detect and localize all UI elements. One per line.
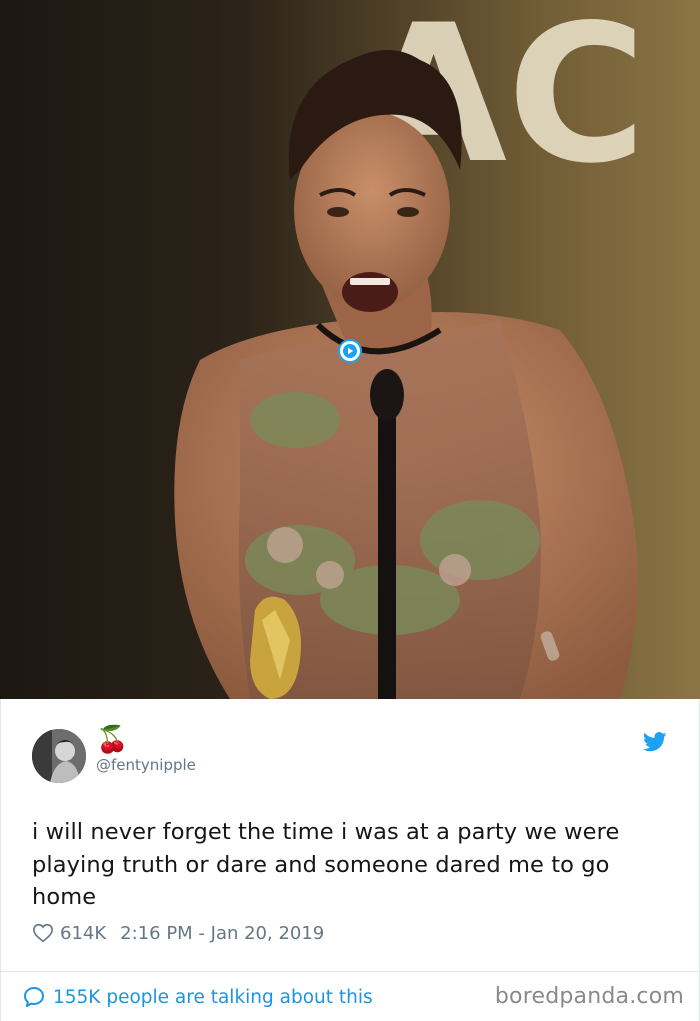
tweet-text: i will never forget the time i was at a …: [32, 819, 620, 910]
display-name[interactable]: 🍒: [96, 725, 128, 755]
boredpanda-watermark: boredpanda.com: [494, 984, 684, 1009]
divider: [0, 971, 700, 972]
avatar[interactable]: [32, 729, 86, 783]
tweet-media-video[interactable]: AC: [0, 0, 700, 699]
speech-bubble-icon: [22, 985, 46, 1009]
twitter-bird-icon[interactable]: [642, 731, 667, 753]
heart-icon[interactable]: [32, 922, 54, 944]
tweet-timestamp[interactable]: 2:16 PM - Jan 20, 2019: [120, 923, 324, 944]
user-handle[interactable]: @fentynipple: [96, 755, 196, 775]
like-count[interactable]: 614K: [60, 923, 106, 944]
play-icon[interactable]: [338, 339, 362, 363]
conversation-link[interactable]: 155K people are talking about this: [22, 983, 373, 1011]
tweet-meta: 614K 2:16 PM - Jan 20, 2019: [32, 920, 324, 946]
conversation-count-label: 155K people are talking about this: [53, 986, 373, 1008]
